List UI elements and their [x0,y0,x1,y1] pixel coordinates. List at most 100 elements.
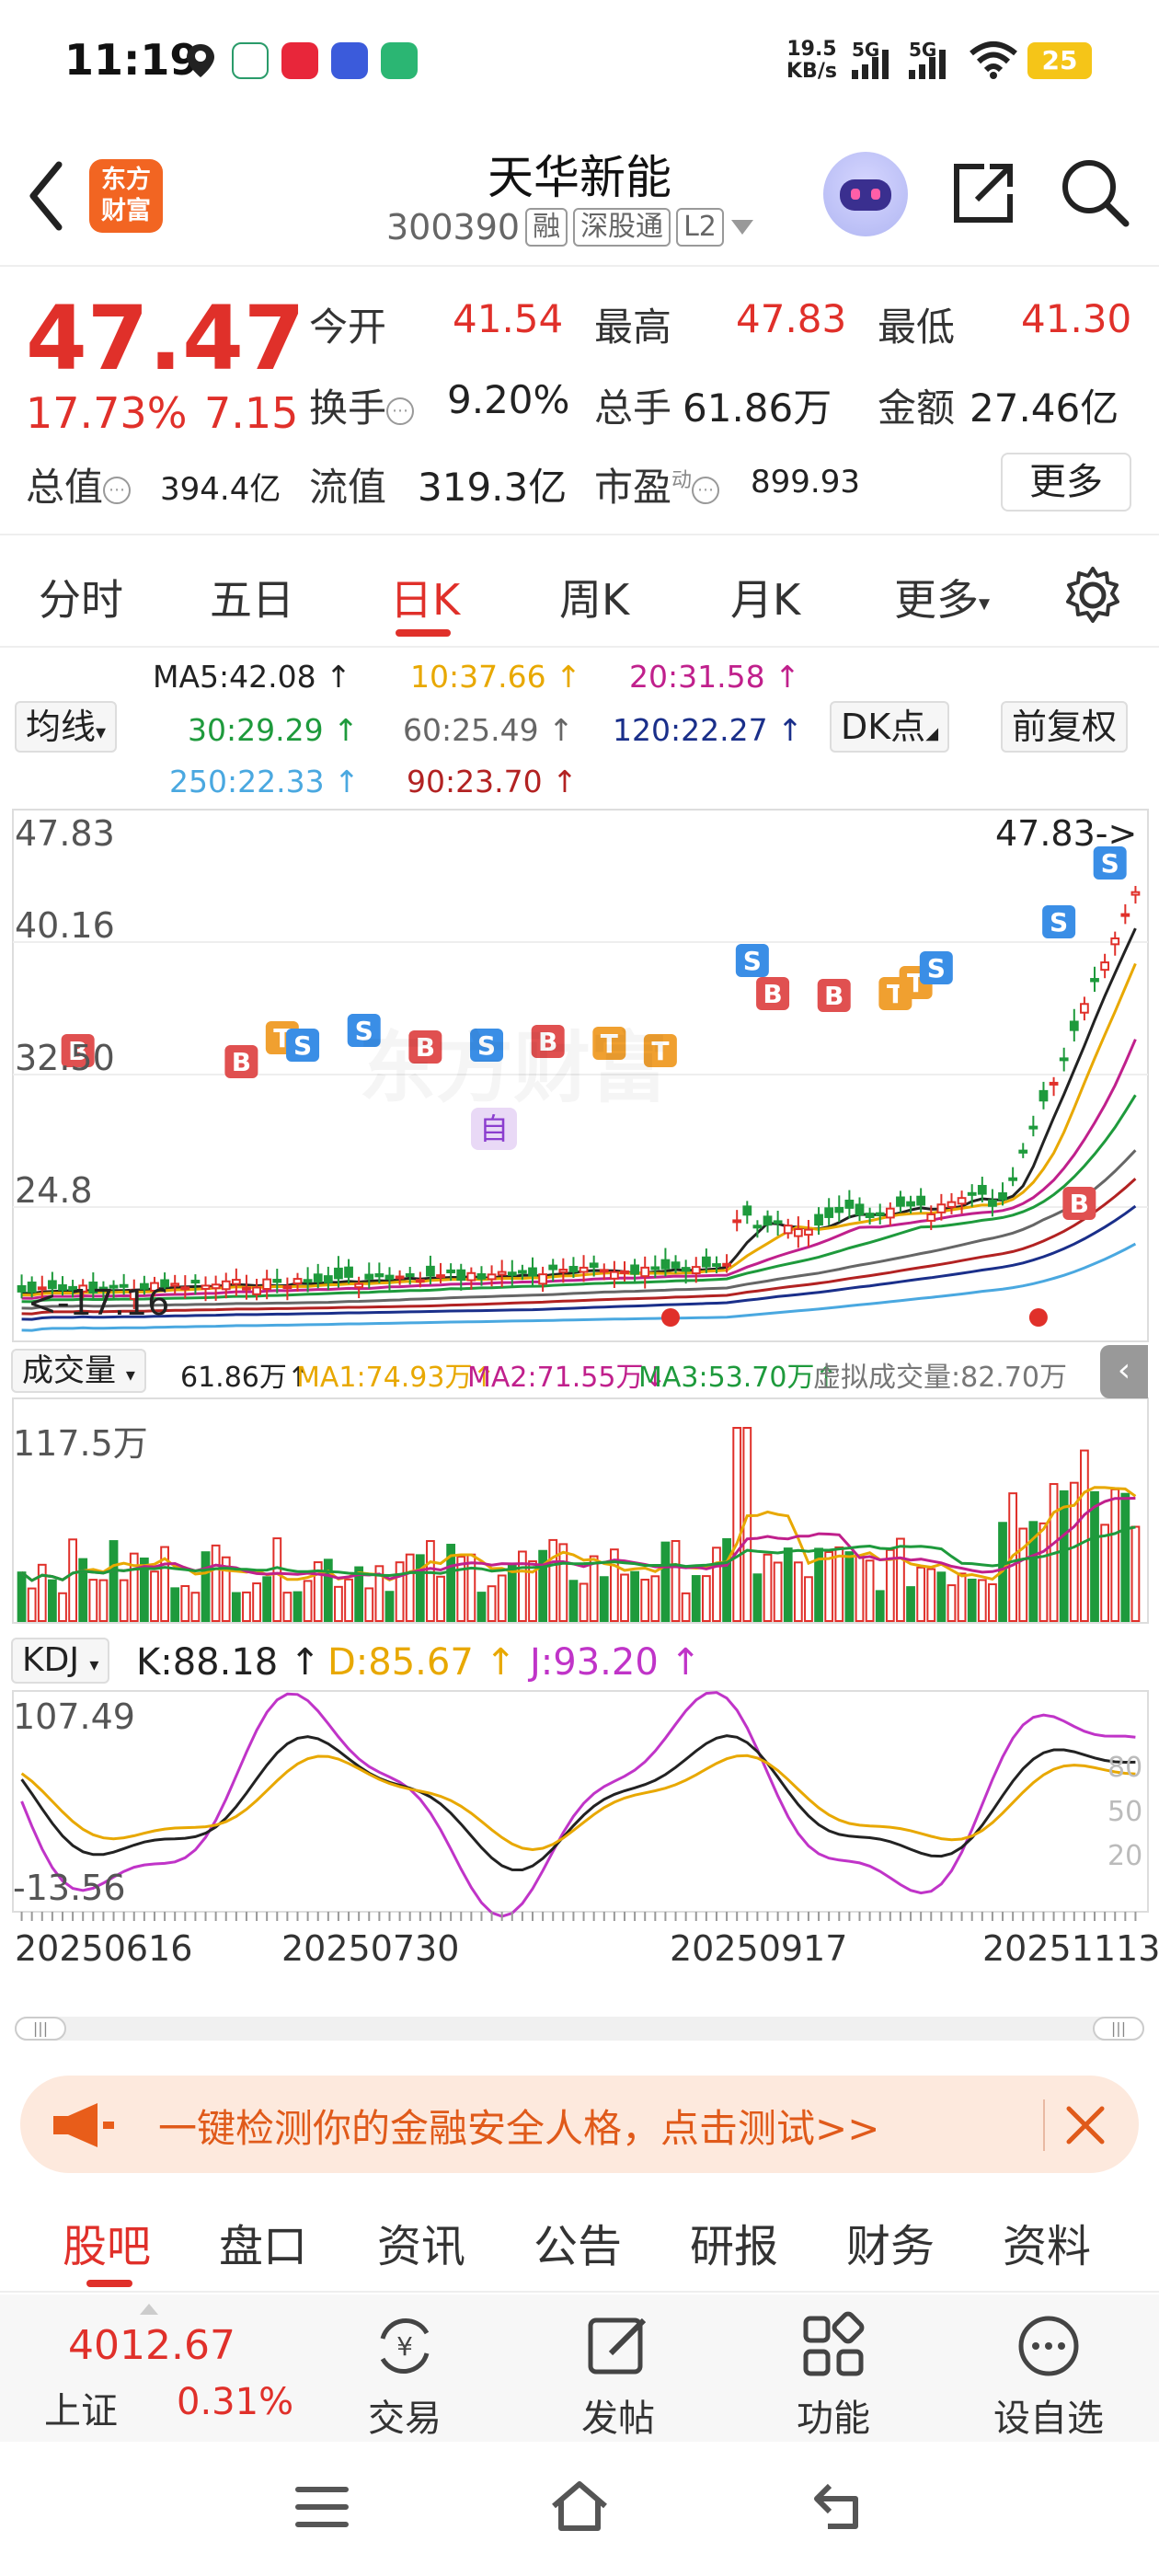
candle-body [620,1270,629,1274]
index-ticker[interactable]: 4012.67 上证 0.31% [0,2294,304,2442]
volume-bar [303,1580,313,1622]
collapse-panel-button[interactable]: ‹ [1100,1345,1148,1398]
tab-daily-k[interactable]: 日K [390,567,460,627]
range-handle-left[interactable]: ||| [15,2017,66,2041]
candle-body [712,1263,721,1268]
info-icon[interactable]: ⋯ [692,476,720,504]
promo-text[interactable]: 一键检测你的金融安全人格，点击测试>> [158,2098,879,2154]
candle-body [998,1191,1007,1201]
candle-body [344,1266,353,1278]
date-label-4: 20251113 [982,1928,1159,1969]
system-nav-bar [0,2442,1159,2576]
more-circle-icon [1018,2316,1079,2376]
candle-body [1028,1125,1039,1130]
range-scrollbar[interactable]: ||| ||| [15,2017,1144,2041]
share-icon[interactable] [949,157,1019,227]
candle-body [374,1273,384,1278]
index-change: 0.31% [177,2381,294,2423]
ma-selector-button[interactable]: 均线▾ [15,701,118,753]
tab-guba[interactable]: 股吧 [63,2210,151,2274]
kdj-line [20,1691,1136,1918]
volume-bar [405,1553,415,1622]
volume-bar [1018,1527,1028,1622]
tab-research[interactable]: 研报 [690,2210,778,2274]
candle-body [558,1269,568,1273]
volume-bar [671,1540,681,1623]
quote-panel: 47.47 17.73% 7.15 今开 41.54 最高 47.83 最低 4… [0,269,1159,535]
menu-icon[interactable] [294,2484,350,2530]
volume-label: 总手 [594,385,672,431]
stock-code-row[interactable]: 300390 融 深股通 L2 [386,205,755,249]
volume-bar [231,1592,241,1623]
robot-assistant-icon[interactable] [823,152,908,236]
tab-more[interactable]: 更多▾ [894,567,990,627]
candle-body [528,1267,537,1277]
more-button[interactable]: 更多 [1001,453,1131,512]
kdj-indicator-button[interactable]: KDJ ▾ [11,1638,110,1684]
candle-body [916,1195,926,1206]
ma120-value: 120:22.27 ↑ [613,712,803,748]
candle-body [773,1220,783,1225]
candle-body [691,1266,701,1275]
tab-finance[interactable]: 财务 [846,2210,935,2274]
close-icon[interactable] [1063,2103,1107,2147]
active-tab-indicator [396,629,451,637]
tab-intraday[interactable]: 分时 [39,567,123,627]
search-icon[interactable] [1060,157,1130,227]
ma90-value: 90:23.70 ↑ [407,764,578,799]
index-name: 上证 [44,2390,118,2432]
adjust-button[interactable]: 前复权 [1001,701,1129,753]
dk-point-button[interactable]: DK点◢ [830,701,950,753]
edit-icon [588,2317,647,2375]
location-icon [187,44,214,77]
candle-body [395,1275,405,1280]
tab-monthly-k[interactable]: 月K [730,567,800,627]
yuan-exchange-icon: ¥ [380,2317,430,2375]
tab-pankou[interactable]: 盘口 [219,2210,307,2274]
promo-banner[interactable]: 一键检测你的金融安全人格，点击测试>> [20,2076,1139,2173]
section-tabs: 股吧 盘口 资讯 公告 研报 财务 资料 [0,2191,1159,2293]
candle-body [436,1274,445,1279]
kdj-k-value: K:88.18 ↑ [136,1641,321,1684]
clock: 11:19 [64,35,200,85]
tab-five-day[interactable]: 五日 [210,567,294,627]
volume-bar [947,1584,957,1622]
tab-announcement[interactable]: 公告 [534,2210,622,2274]
tab-profile[interactable]: 资料 [1003,2210,1091,2274]
candle-body [568,1265,579,1272]
volume-bar [855,1554,865,1622]
amount-value: 27.46亿 [970,385,1119,431]
volume-bar [415,1554,425,1622]
chart-area[interactable]: BBTSSBSBTTSBBTTSSSB 东方财富 47.83 40.16 32.… [0,804,1159,2009]
volume-bar [701,1575,711,1622]
tab-weekly-k[interactable]: 周K [559,567,629,627]
dk-dot [660,1308,680,1327]
info-icon[interactable]: ⋯ [103,476,132,504]
add-watchlist-button[interactable]: 设自选 [984,2294,1113,2442]
volume-ma-lines [20,1486,1137,1582]
post-button[interactable]: 发帖 [554,2294,683,2442]
home-icon[interactable] [548,2478,611,2534]
kline-chart-svg[interactable]: B BT S SB S B T TSB B T T SSSB [0,804,1159,2009]
back-icon[interactable] [809,2478,868,2534]
volume-bar [844,1551,855,1622]
volume-indicator-button[interactable]: 成交量 ▾ [11,1349,146,1393]
tab-news[interactable]: 资讯 [377,2210,465,2274]
volume-bar [763,1553,773,1622]
candle-body [242,1286,251,1291]
functions-label: 功能 [797,2398,870,2440]
self-select-marker[interactable]: 自 [471,1108,517,1150]
info-icon[interactable]: ⋯ [386,397,415,425]
range-handle-right[interactable]: ||| [1093,2017,1144,2041]
volume-bar [599,1576,609,1623]
volume-bar [58,1592,67,1622]
signal2-icon [909,48,955,79]
battery-icon: 25 [1027,42,1092,79]
candle-body [323,1275,333,1283]
gear-icon[interactable] [1062,565,1123,626]
change-amount: 7.15 [204,388,299,438]
functions-button[interactable]: 功能 [769,2294,898,2442]
trade-button[interactable]: ¥ 交易 [340,2294,469,2442]
volume-bar [906,1586,915,1622]
volume-value: 61.86万↑ [180,1362,311,1394]
